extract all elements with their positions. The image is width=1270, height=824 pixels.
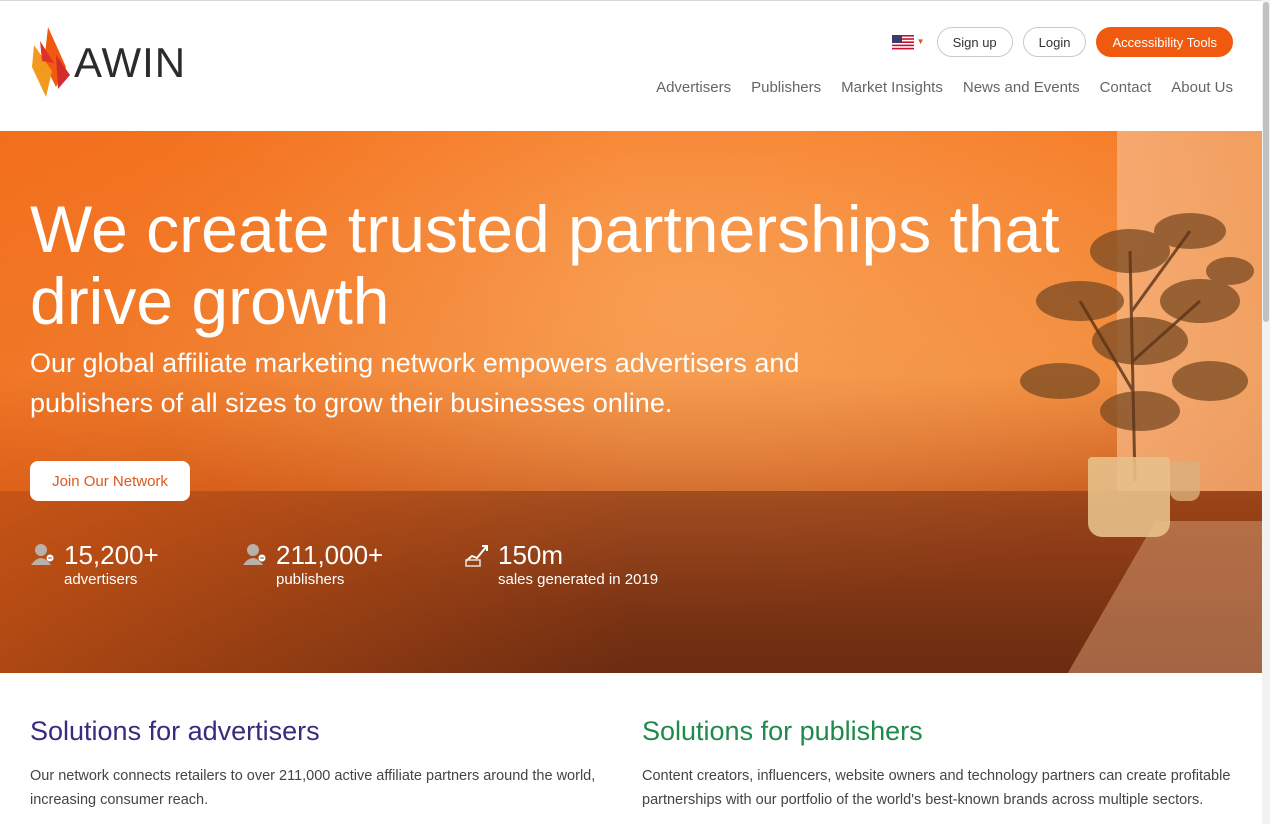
login-button[interactable]: Login <box>1022 27 1087 57</box>
nav-item-news-events[interactable]: News and Events <box>963 79 1080 96</box>
join-network-button[interactable]: Join Our Network <box>30 461 190 501</box>
chevron-down-icon: ▼ <box>916 37 925 46</box>
main-nav: Advertisers Publishers Market Insights N… <box>656 79 1233 96</box>
us-flag-icon <box>891 34 914 50</box>
stat-label: sales generated in 2019 <box>498 571 659 588</box>
signup-button[interactable]: Sign up <box>936 27 1013 57</box>
brand-name: AWIN <box>74 39 187 86</box>
stat-publishers: 211,000+ publishers <box>242 539 464 589</box>
advertiser-icon <box>31 544 54 565</box>
hero-title: We create trusted partnerships that driv… <box>30 192 1060 338</box>
solutions-advertisers-text: Our network connects retailers to over 2… <box>30 768 596 808</box>
stat-label: publishers <box>276 571 345 588</box>
solutions-publishers-title[interactable]: Solutions for publishers <box>642 714 1232 748</box>
nav-item-publishers[interactable]: Publishers <box>751 79 821 96</box>
stat-value: 15,200+ <box>64 540 159 570</box>
publisher-icon <box>243 544 266 565</box>
stat-label: advertisers <box>64 571 138 588</box>
site-header: AWIN ▼ Sign up Login Accessibility Tools… <box>0 0 1262 131</box>
accessibility-tools-button[interactable]: Accessibility Tools <box>1096 27 1233 57</box>
solutions-advertisers-title[interactable]: Solutions for advertisers <box>30 714 620 748</box>
scrollbar-thumb[interactable] <box>1263 2 1269 322</box>
awin-flame-icon <box>32 27 70 97</box>
stat-value: 211,000+ <box>276 540 384 570</box>
sales-chart-icon <box>465 545 488 567</box>
stat-value: 150m <box>498 540 564 570</box>
stats-row: 15,200+ advertisers 211,000+ publishers <box>30 539 658 589</box>
stat-advertisers: 15,200+ advertisers <box>30 539 242 589</box>
nav-item-market-insights[interactable]: Market Insights <box>841 79 943 96</box>
nav-item-contact[interactable]: Contact <box>1100 79 1152 96</box>
page-scrollbar[interactable] <box>1262 0 1270 824</box>
hero-banner: We create trusted partnerships that driv… <box>0 131 1262 673</box>
nav-item-advertisers[interactable]: Advertisers <box>656 79 731 96</box>
nav-item-about-us[interactable]: About Us <box>1171 79 1233 96</box>
solutions-publishers: Solutions for publishers Content creator… <box>642 714 1232 812</box>
language-selector[interactable]: ▼ <box>891 34 925 50</box>
solutions-advertisers: Solutions for advertisers Our network co… <box>30 714 620 812</box>
top-actions: ▼ Sign up Login Accessibility Tools <box>891 27 1233 57</box>
hero-subtitle: Our global affiliate marketing network e… <box>30 348 800 418</box>
awin-logo[interactable]: AWIN <box>30 27 200 99</box>
solutions-publishers-text: Content creators, influencers, website o… <box>642 768 1231 808</box>
stat-sales: 150m sales generated in 2019 <box>464 539 658 589</box>
